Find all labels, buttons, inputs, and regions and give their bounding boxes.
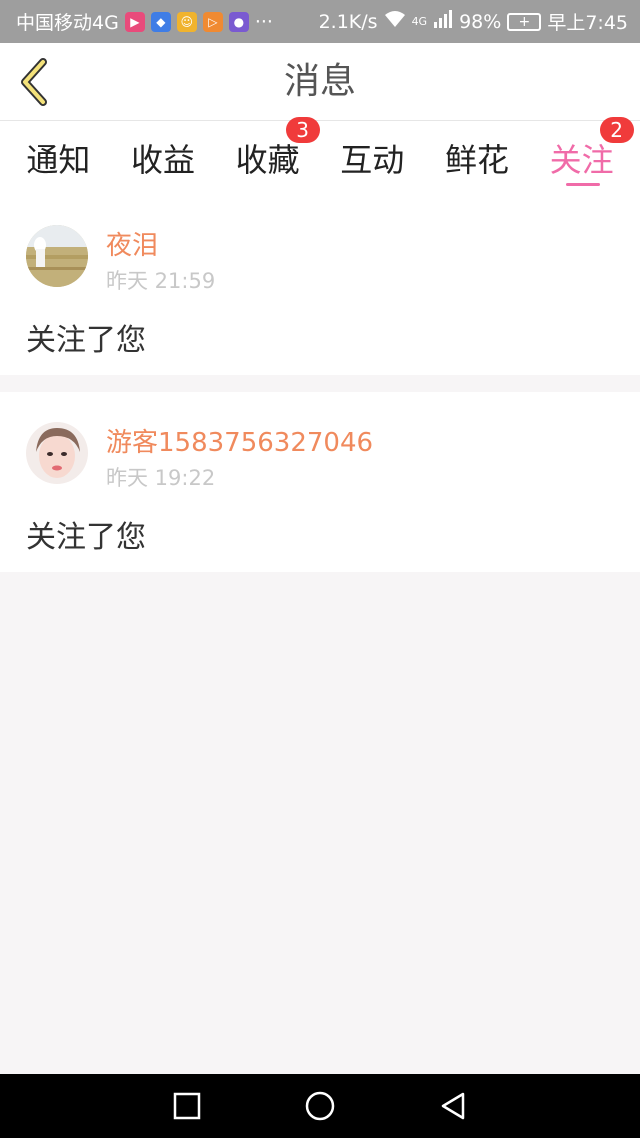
tab-label: 收益 — [130, 141, 195, 179]
tab-earnings[interactable]: 收益 — [117, 121, 209, 195]
back-nav-button[interactable] — [433, 1086, 473, 1126]
tab-label: 收藏 — [235, 141, 300, 179]
tab-label: 互动 — [340, 141, 405, 179]
status-left: 中国移动4G ▶ ◆ ☺ ▷ ● ··· — [16, 8, 273, 35]
username[interactable]: 夜泪 — [106, 225, 158, 262]
status-bar: 中国移动4G ▶ ◆ ☺ ▷ ● ··· 2.1K/s 4G 98% + 早上7… — [0, 0, 640, 43]
signal-icon — [433, 10, 453, 33]
home-button[interactable] — [300, 1086, 340, 1126]
network-type: 4G — [411, 15, 428, 28]
wifi-icon — [384, 10, 406, 33]
tab-label: 鲜花 — [444, 141, 509, 179]
circle-icon — [305, 1091, 335, 1121]
square-icon — [173, 1092, 200, 1120]
recents-button[interactable] — [167, 1086, 207, 1126]
username[interactable]: 游客1583756327046 — [106, 422, 373, 459]
carrier-label: 中国移动4G — [16, 12, 119, 34]
status-right: 2.1K/s 4G 98% + 早上7:45 — [319, 8, 628, 35]
purple-app-icon: ● — [228, 11, 249, 32]
network-speed: 2.1K/s — [318, 10, 378, 33]
triangle-back-icon — [442, 1092, 465, 1120]
tab-flowers[interactable]: 鲜花 — [431, 121, 523, 195]
active-tab-indicator — [565, 183, 600, 186]
more-notifications-icon: ··· — [254, 10, 273, 33]
tab-favorites[interactable]: 收藏 3 — [222, 117, 320, 195]
video-app-icon: ▶ — [124, 11, 145, 32]
unread-badge: 2 — [599, 117, 634, 143]
message-text: 关注了您 — [26, 520, 146, 555]
message-text: 关注了您 — [26, 323, 146, 358]
tab-interactions[interactable]: 互动 — [326, 121, 418, 195]
list-item[interactable]: 夜泪 昨天 21:59 关注了您 — [0, 195, 640, 375]
tab-label: 关注 — [549, 141, 614, 179]
play-app-icon: ▷ — [202, 11, 223, 32]
timestamp: 昨天 19:22 — [106, 466, 216, 490]
battery-icon: + — [507, 12, 542, 31]
tab-label: 通知 — [26, 141, 91, 179]
avatar[interactable] — [26, 422, 88, 484]
tab-follows[interactable]: 关注 2 — [536, 117, 634, 195]
header: 消息 — [0, 43, 640, 121]
battery-percent: 98% — [459, 10, 502, 33]
page-title: 消息 — [283, 61, 356, 102]
avatar[interactable] — [26, 225, 88, 287]
baidu-app-icon: ◆ — [150, 11, 171, 32]
unread-badge: 3 — [285, 117, 320, 143]
tab-bar: 通知 收益 收藏 3 互动 鲜花 关注 2 — [0, 117, 640, 195]
tab-notifications[interactable]: 通知 — [12, 121, 104, 195]
system-nav-bar — [0, 1074, 640, 1138]
clock: 早上7:45 — [547, 12, 628, 34]
mascot-app-icon: ☺ — [176, 11, 197, 32]
message-list: 夜泪 昨天 21:59 关注了您 游客1583756327046 昨天 19:2… — [0, 195, 640, 572]
list-item[interactable]: 游客1583756327046 昨天 19:22 关注了您 — [0, 392, 640, 572]
timestamp: 昨天 21:59 — [106, 269, 216, 293]
